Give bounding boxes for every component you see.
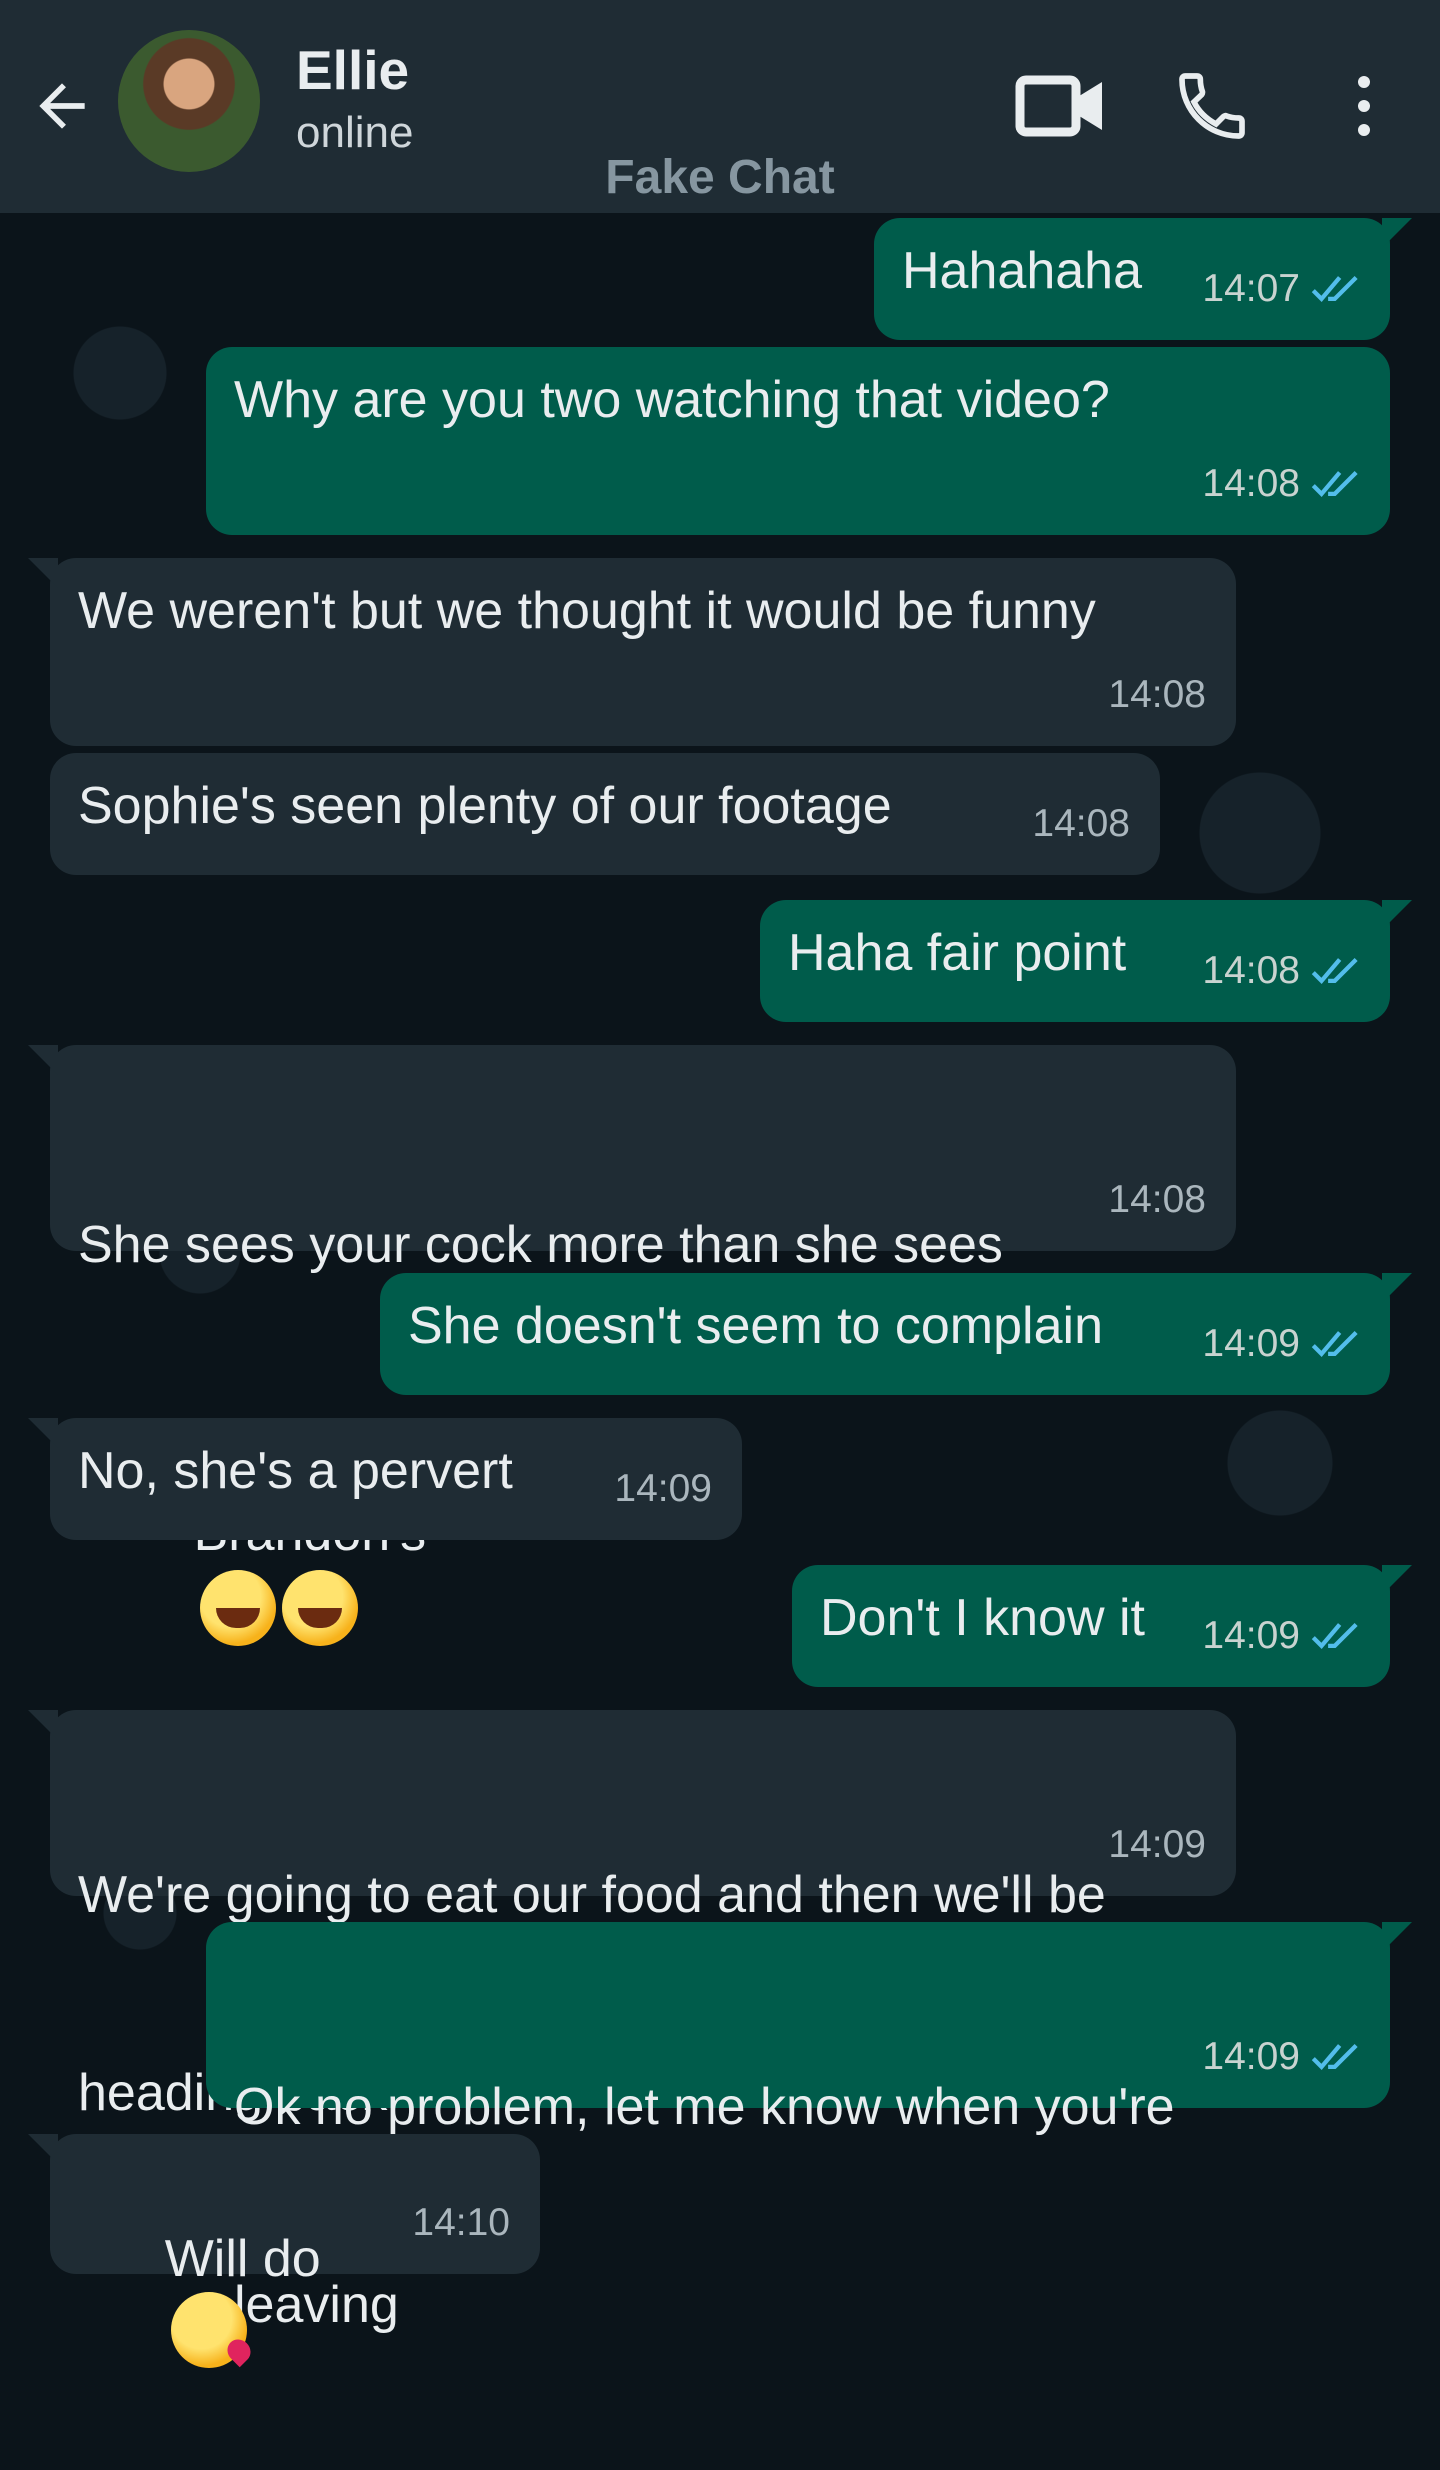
message-text: No, she's a pervert xyxy=(78,1442,513,1500)
message-text: Will do xyxy=(78,2160,321,2434)
message-time: 14:09 xyxy=(614,1467,712,1510)
message-time: 14:08 xyxy=(1032,802,1130,845)
read-ticks-icon xyxy=(1311,275,1358,303)
message-list[interactable]: Hahahaha 14:07 Why are you two watching … xyxy=(0,213,1440,2368)
message-time: 14:10 xyxy=(412,2201,510,2244)
message-line: leaving xyxy=(234,2276,399,2334)
message-meta: 14:08 xyxy=(1202,451,1366,517)
read-ticks-icon xyxy=(1311,1330,1358,1358)
read-ticks-icon xyxy=(1311,957,1358,985)
message-time: 14:09 xyxy=(1202,2035,1300,2078)
message-line: Will do xyxy=(164,2230,321,2288)
message-time: 14:09 xyxy=(1202,1614,1300,1657)
bubble-tail xyxy=(28,1045,58,1075)
message-meta: 14:09 xyxy=(614,1456,712,1522)
message-text: Haha fair point xyxy=(788,924,1127,982)
bubble-tail xyxy=(1382,1565,1412,1595)
outgoing-message[interactable]: Don't I know it 14:09 xyxy=(792,1565,1412,1687)
message-time: 14:08 xyxy=(1202,949,1300,992)
message-text: Hahahaha xyxy=(902,242,1142,300)
message-meta: 14:09 xyxy=(1108,1812,1206,1878)
message-time: 14:08 xyxy=(1108,1178,1206,1221)
outgoing-message[interactable]: Why are you two watching that video? 14:… xyxy=(206,347,1390,535)
outgoing-message[interactable]: Haha fair point 14:08 xyxy=(760,900,1412,1022)
message-meta: 14:09 xyxy=(1202,2024,1366,2090)
watermark-label: Fake Chat xyxy=(605,151,835,204)
message-meta: 14:08 xyxy=(1202,938,1366,1004)
incoming-message[interactable]: We weren't but we thought it would be fu… xyxy=(28,558,1236,746)
more-options-icon[interactable] xyxy=(1336,66,1392,146)
message-text: We weren't but we thought it would be fu… xyxy=(78,582,1096,640)
bubble-tail xyxy=(1382,1273,1412,1303)
bubble-tail xyxy=(28,558,58,588)
bubble-tail xyxy=(28,2134,58,2164)
phone-call-icon[interactable] xyxy=(1172,66,1252,146)
incoming-message[interactable]: Sophie's seen plenty of our footage 14:0… xyxy=(50,753,1160,875)
message-time: 14:07 xyxy=(1202,267,1300,310)
message-meta: 14:09 xyxy=(1202,1603,1366,1669)
message-line: She sees your cock more than she sees xyxy=(78,1216,1003,1274)
message-time: 14:09 xyxy=(1108,1823,1206,1866)
message-meta: 14:10 xyxy=(412,2190,510,2256)
back-arrow-icon[interactable] xyxy=(28,72,96,140)
message-meta: 14:07 xyxy=(1202,256,1366,322)
message-text: Why are you two watching that video? xyxy=(234,371,1110,429)
laughing-emoji-icon xyxy=(281,1570,358,1647)
read-ticks-icon xyxy=(1311,2043,1358,2071)
bubble-tail xyxy=(28,1710,58,1740)
message-text: Don't I know it xyxy=(820,1589,1145,1647)
incoming-message[interactable]: We're going to eat our food and then we'… xyxy=(28,1710,1236,2122)
message-meta: 14:08 xyxy=(1032,791,1130,857)
contact-name[interactable]: Ellie xyxy=(296,38,409,102)
message-meta: 14:08 xyxy=(1108,662,1206,728)
message-line: Ok no problem, let me know when you're xyxy=(234,2078,1175,2136)
kiss-emoji-icon xyxy=(170,2292,247,2368)
message-line: We're going to eat our food and then we'… xyxy=(78,1866,1106,1924)
outgoing-message[interactable]: Hahahaha 14:07 xyxy=(874,218,1412,340)
read-ticks-icon xyxy=(1311,470,1358,498)
incoming-message[interactable]: Will do 14:10 xyxy=(28,2134,540,2368)
message-text: She doesn't seem to complain xyxy=(408,1297,1103,1355)
bubble-tail xyxy=(1382,900,1412,930)
message-text: Sophie's seen plenty of our footage xyxy=(78,777,892,835)
chat-header: Ellie online Fake Chat xyxy=(0,0,1440,213)
message-meta: 14:08 xyxy=(1108,1167,1206,1233)
incoming-message[interactable]: No, she's a pervert 14:09 xyxy=(28,1418,742,1540)
laughing-emoji-icon xyxy=(199,1570,276,1647)
message-time: 14:08 xyxy=(1202,462,1300,505)
video-call-icon[interactable] xyxy=(1014,66,1108,146)
message-time: 14:08 xyxy=(1108,673,1206,716)
outgoing-message[interactable]: She doesn't seem to complain 14:09 xyxy=(380,1273,1412,1395)
incoming-message[interactable]: She sees your cock more than she sees Br… xyxy=(28,1045,1236,1647)
bubble-tail xyxy=(1382,218,1412,248)
outgoing-message[interactable]: Ok no problem, let me know when you're l… xyxy=(206,1922,1412,2334)
read-ticks-icon xyxy=(1311,1622,1358,1650)
bubble-tail xyxy=(1382,1922,1412,1952)
message-time: 14:09 xyxy=(1202,1322,1300,1365)
message-meta: 14:09 xyxy=(1202,1311,1366,1377)
bubble-tail xyxy=(28,1418,58,1448)
